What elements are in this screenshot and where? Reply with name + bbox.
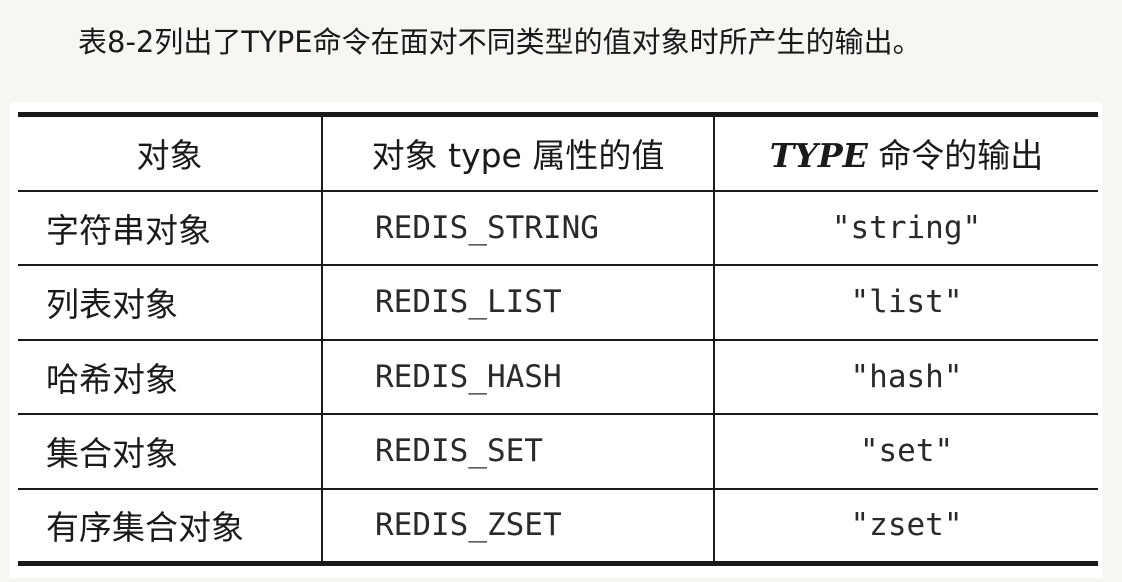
header-type-attr: 对象 type 属性的值 (321, 112, 714, 192)
cell-output: "set" (713, 414, 1098, 490)
table-row: 有序集合对象 REDIS_ZSET "zset" (18, 488, 1098, 566)
cell-output: "zset" (713, 488, 1098, 566)
cell-object: 哈希对象 (18, 339, 322, 415)
cell-object: 集合对象 (18, 414, 322, 490)
table-header-row: 对象 对象 type 属性的值 TYPE 命令的输出 (18, 112, 1098, 192)
table-panel: 对象 对象 type 属性的值 TYPE 命令的输出 字符串对象 REDIS_S… (10, 102, 1102, 578)
cell-object: 列表对象 (18, 265, 322, 341)
table-caption: 表8-2列出了TYPE命令在面对不同类型的值对象时所产生的输出。 (78, 25, 922, 59)
table-row: 集合对象 REDIS_SET "set" (18, 414, 1098, 490)
cell-object: 字符串对象 (18, 190, 322, 266)
table-row: 字符串对象 REDIS_STRING "string" (18, 190, 1098, 266)
cell-output: "string" (713, 190, 1098, 266)
cell-type-value: REDIS_HASH (321, 339, 714, 415)
cell-type-value: REDIS_STRING (321, 190, 714, 266)
cell-type-value: REDIS_LIST (321, 265, 714, 341)
cell-type-value: REDIS_ZSET (321, 488, 714, 566)
header-type-cmd-label: 命令的输出 (867, 136, 1044, 176)
header-type-cmd: TYPE 命令的输出 (713, 112, 1098, 192)
cell-output: "list" (713, 265, 1098, 341)
header-object: 对象 (18, 112, 322, 192)
cell-object: 有序集合对象 (18, 488, 322, 566)
header-type-cmd-keyword: TYPE (769, 136, 868, 176)
cell-type-value: REDIS_SET (321, 414, 714, 490)
table-row: 列表对象 REDIS_LIST "list" (18, 265, 1098, 341)
cell-output: "hash" (713, 339, 1098, 415)
type-output-table: 对象 对象 type 属性的值 TYPE 命令的输出 字符串对象 REDIS_S… (18, 112, 1098, 566)
table-row: 哈希对象 REDIS_HASH "hash" (18, 339, 1098, 415)
